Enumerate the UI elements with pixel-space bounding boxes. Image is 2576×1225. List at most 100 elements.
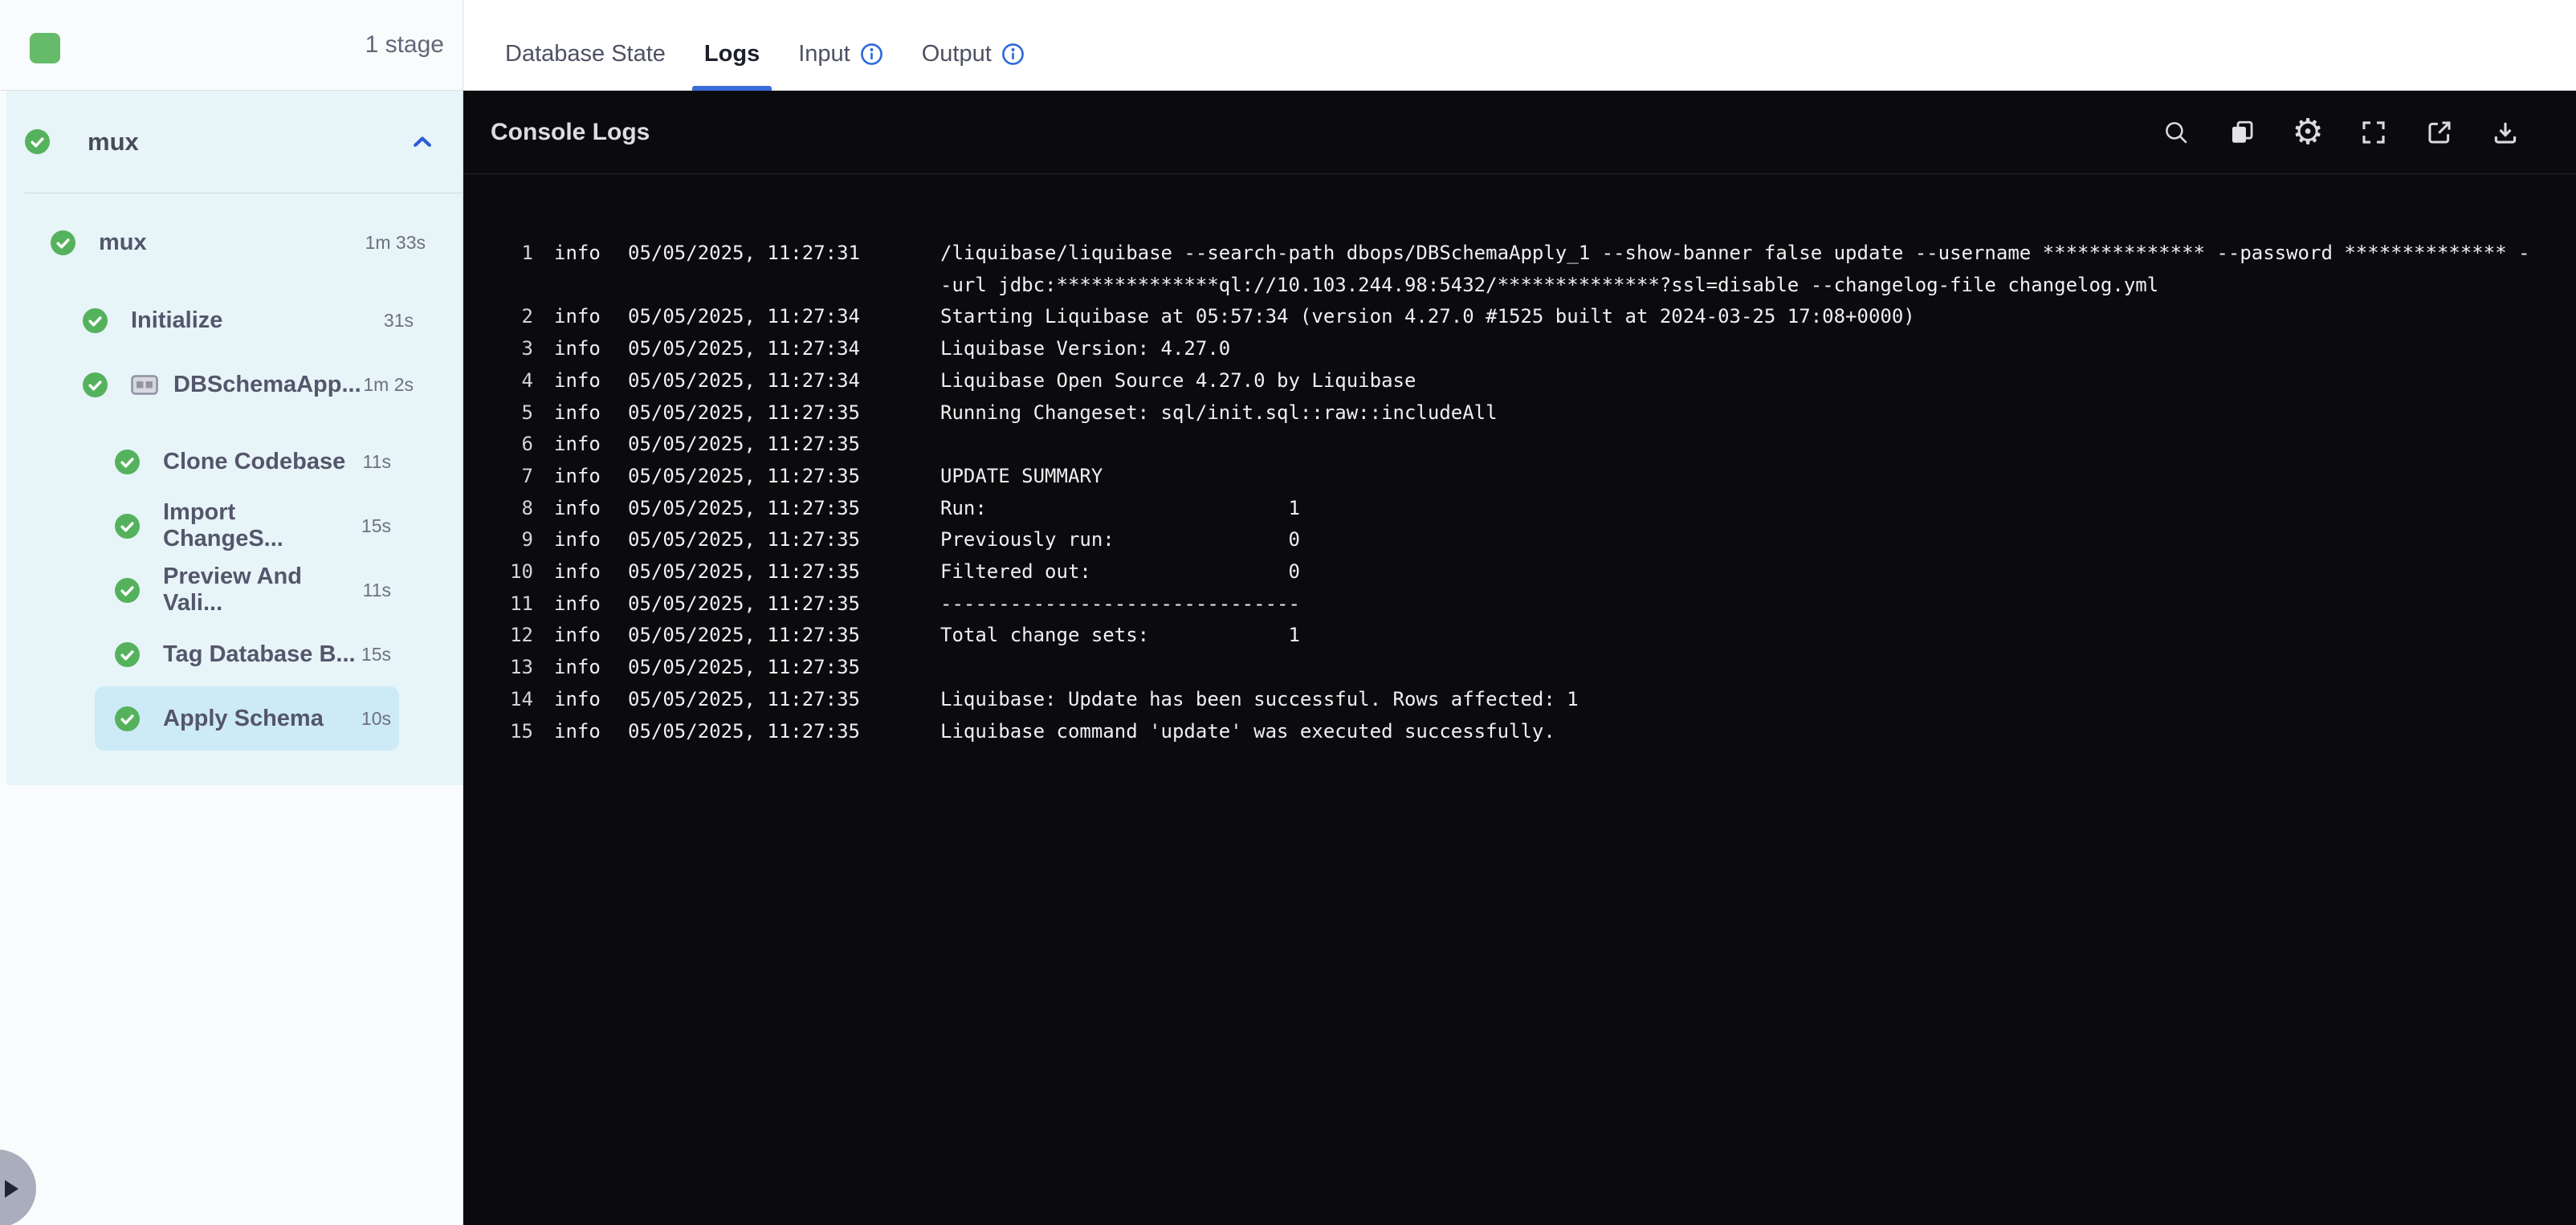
log-line-number: 13 <box>510 656 533 679</box>
log-row: 10 info 05/05/2025, 11:27:35 Filtered out: … <box>463 556 2531 588</box>
tree-item-label: Initialize <box>131 307 223 333</box>
tree-item-mux[interactable]: mux 1m 33s <box>6 210 463 275</box>
sidebar-footer-area <box>0 785 463 1225</box>
success-check-icon <box>115 449 140 474</box>
open-in-new-tab-button[interactable] <box>2425 118 2454 147</box>
success-check-icon <box>25 129 50 154</box>
log-level: info <box>554 687 601 710</box>
log-level: info <box>554 242 601 264</box>
log-timestamp: 05/05/2025, 11:27:35 <box>628 496 860 519</box>
log-line-number: 4 <box>521 368 533 392</box>
log-level: info <box>554 560 601 584</box>
tab-database-state[interactable]: Database State <box>505 0 666 90</box>
success-check-icon <box>51 230 75 255</box>
log-level: info <box>554 464 601 487</box>
tab-label: Database State <box>505 41 666 67</box>
tree-item-duration: 1m 2s <box>363 373 414 395</box>
log-timestamp: 05/05/2025, 11:27:31 <box>628 242 860 264</box>
log-line-number: 5 <box>521 401 533 424</box>
log-message: /liquibase/liquibase --search-path dbops… <box>940 242 2530 296</box>
info-icon[interactable] <box>1001 43 1025 66</box>
tree-item-duration: 1m 33s <box>365 231 426 253</box>
log-message: UPDATE SUMMARY <box>940 464 1103 487</box>
log-message: Starting Liquibase at 05:57:34 (version … <box>940 305 1915 328</box>
tree-item-clone-codebase[interactable]: Clone Codebase 11s <box>95 429 399 494</box>
log-line-number: 8 <box>521 496 533 519</box>
log-line-number: 15 <box>510 719 533 743</box>
log-line-number: 9 <box>521 528 533 551</box>
log-message: Liquibase command 'update' was executed … <box>940 719 1555 743</box>
fullscreen-icon <box>2362 120 2385 144</box>
tree-item-import-changesets[interactable]: Import ChangeS... 15s <box>95 494 399 558</box>
tree-item-preview-and-validate[interactable]: Preview And Vali... 11s <box>95 558 399 622</box>
main-content: Database State Logs Input Output Console… <box>463 0 2576 1225</box>
tab-bar: Database State Logs Input Output <box>463 0 2576 91</box>
log-timestamp: 05/05/2025, 11:27:35 <box>628 687 860 710</box>
success-check-icon <box>115 577 140 603</box>
log-level: info <box>554 592 601 615</box>
log-timestamp: 05/05/2025, 11:27:34 <box>628 305 860 328</box>
tree-item-tag-database-backup[interactable]: Tag Database B... 15s <box>95 622 399 686</box>
fullscreen-button[interactable] <box>2359 118 2388 147</box>
tab-output[interactable]: Output <box>922 0 1025 90</box>
log-message: Liquibase: Update has been successful. R… <box>940 687 1579 710</box>
log-level: info <box>554 305 601 328</box>
sidebar-header: 1 stage <box>0 0 463 91</box>
stage-root-label: mux <box>88 127 139 156</box>
log-level: info <box>554 433 601 456</box>
log-row: 13 info 05/05/2025, 11:27:35 <box>463 652 2531 684</box>
log-row: 11 info 05/05/2025, 11:27:35 --------------… <box>463 588 2531 621</box>
console-toolbar: ⚙ <box>2162 114 2520 149</box>
log-level: info <box>554 624 601 647</box>
tree-item-label: mux <box>99 229 147 255</box>
tree-item-duration: 15s <box>361 643 391 665</box>
tree-item-duration: 10s <box>361 707 391 729</box>
log-timestamp: 05/05/2025, 11:27:35 <box>628 592 860 615</box>
console-title: Console Logs <box>491 118 650 145</box>
log-message: Liquibase Open Source 4.27.0 by Liquibas… <box>940 368 1416 392</box>
log-settings-button[interactable]: ⚙ <box>2292 114 2323 149</box>
log-row: 7 info 05/05/2025, 11:27:35 UPDATE SUMMARY <box>463 461 2531 493</box>
log-level: info <box>554 656 601 679</box>
log-message: Previously run: 0 <box>940 528 1300 551</box>
tree-item-duration: 11s <box>362 450 391 472</box>
chevron-up-icon[interactable] <box>410 130 434 154</box>
stage-root-row[interactable]: mux <box>6 91 463 193</box>
log-level: info <box>554 496 601 519</box>
log-message: Running Changeset: sql/init.sql::raw::in… <box>940 401 1498 424</box>
console-panel: Console Logs ⚙ 1 info 05/05/2025, 11:27:… <box>463 91 2576 1225</box>
success-check-icon <box>115 513 140 539</box>
tab-input[interactable]: Input <box>798 0 883 90</box>
log-level: info <box>554 528 601 551</box>
log-row: 15 info 05/05/2025, 11:27:35 Liquibase comm… <box>463 716 2531 748</box>
log-line-number: 12 <box>510 624 533 647</box>
search-icon <box>2166 121 2187 144</box>
log-line-number: 14 <box>510 687 533 710</box>
tree-item-apply-schema[interactable]: Apply Schema 10s <box>95 686 399 751</box>
log-row: 2 info 05/05/2025, 11:27:34 Starting Liquib… <box>463 301 2531 333</box>
log-line-number: 3 <box>521 337 533 360</box>
log-line-number: 2 <box>521 305 533 328</box>
search-logs-button[interactable] <box>2162 118 2191 147</box>
log-row: 6 info 05/05/2025, 11:27:35 <box>463 429 2531 461</box>
tree-item-duration: 11s <box>362 579 391 600</box>
log-row: 8 info 05/05/2025, 11:27:35 Run: 1 <box>463 493 2531 525</box>
tree-item-dbschemaapply[interactable]: DBSchemaApp... 1m 2s <box>6 352 463 417</box>
log-row: 5 info 05/05/2025, 11:27:35 Running Changes… <box>463 397 2531 429</box>
copy-logs-button[interactable] <box>2228 118 2256 147</box>
tree-item-duration: 15s <box>361 515 391 536</box>
console-header: Console Logs ⚙ <box>463 91 2576 174</box>
log-timestamp: 05/05/2025, 11:27:35 <box>628 464 860 487</box>
tree-item-label: Tag Database B... <box>163 641 356 667</box>
log-timestamp: 05/05/2025, 11:27:35 <box>628 656 860 679</box>
tree-item-initialize[interactable]: Initialize 31s <box>6 288 463 352</box>
tab-logs[interactable]: Logs <box>691 0 772 91</box>
success-check-icon <box>115 706 140 731</box>
stage-status-square-icon <box>30 33 60 63</box>
info-icon[interactable] <box>860 43 883 66</box>
log-timestamp: 05/05/2025, 11:27:34 <box>628 337 860 360</box>
stage-count-label: 1 stage <box>365 31 444 58</box>
download-logs-button[interactable] <box>2491 118 2520 147</box>
log-timestamp: 05/05/2025, 11:27:35 <box>628 528 860 551</box>
log-timestamp: 05/05/2025, 11:27:34 <box>628 368 860 392</box>
